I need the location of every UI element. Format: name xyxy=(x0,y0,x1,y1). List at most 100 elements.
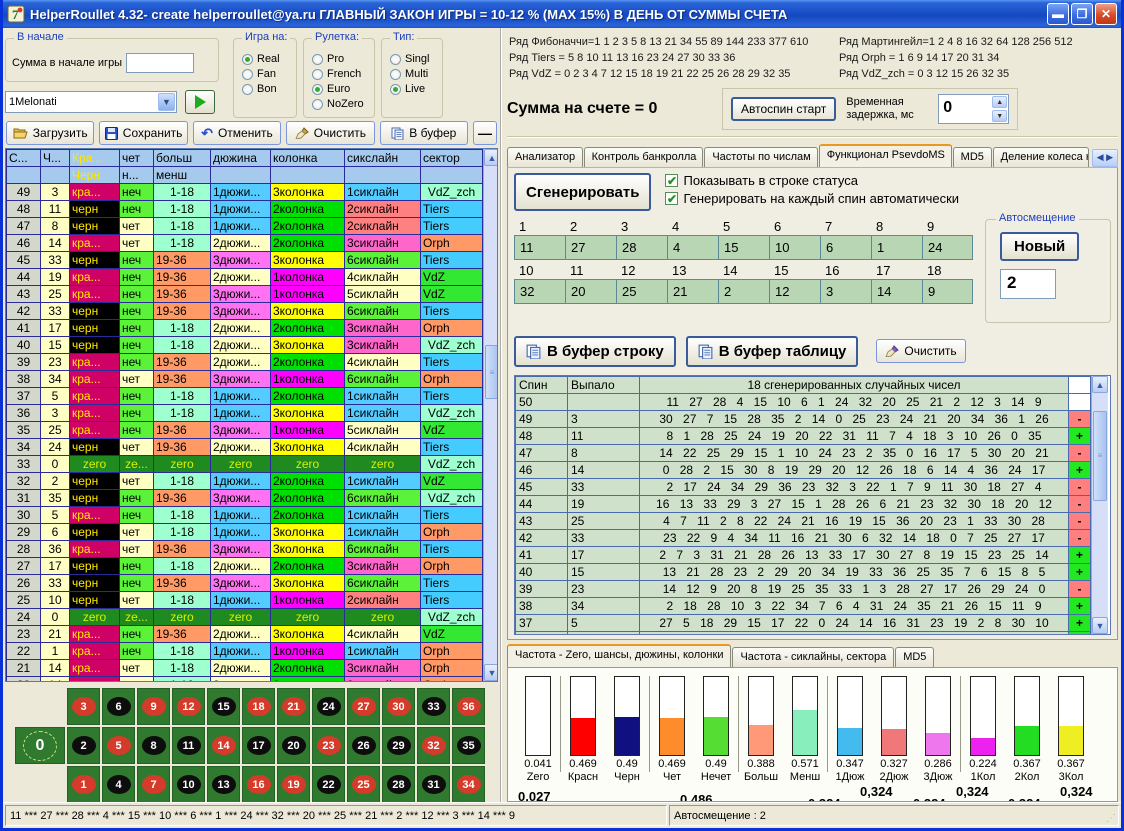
roulette-cell-19[interactable]: 19 xyxy=(277,766,310,803)
autoshift-new-button[interactable]: Новый xyxy=(1000,232,1079,261)
autoshift-value-input[interactable]: 2 xyxy=(1000,269,1056,299)
roulette-cell-26[interactable]: 26 xyxy=(347,727,380,764)
radio-icon[interactable] xyxy=(390,54,401,65)
radio-type-singl[interactable]: Singl xyxy=(390,53,436,65)
tab-Функционал PsevdoMS[interactable]: Функционал PsevdoMS xyxy=(819,144,952,167)
radio-icon[interactable] xyxy=(242,84,253,95)
play-button[interactable] xyxy=(185,90,215,114)
roulette-cell-20[interactable]: 20 xyxy=(277,727,310,764)
scrollbar-thumb[interactable]: ≡ xyxy=(485,345,498,399)
scroll-up-icon[interactable]: ▲ xyxy=(484,149,498,166)
autospin-start-button[interactable]: Автоспин старт xyxy=(731,97,836,121)
roulette-cell-32[interactable]: 32 xyxy=(417,727,450,764)
spinner-up-icon[interactable]: ▲ xyxy=(992,96,1007,108)
checkbox-generate-each-spin[interactable]: ✔ Генерировать на каждый спин автоматиче… xyxy=(665,191,959,206)
roulette-cell-11[interactable]: 11 xyxy=(172,727,205,764)
radio-icon[interactable] xyxy=(312,99,323,110)
tab-scroll-arrows[interactable]: ◀ ▶ xyxy=(1092,149,1118,167)
start-sum-input[interactable] xyxy=(126,53,194,73)
tab-Частоты по числам[interactable]: Частоты по числам xyxy=(704,147,817,167)
radio-icon[interactable] xyxy=(390,69,401,80)
scroll-up-icon[interactable]: ▲ xyxy=(1092,376,1108,393)
roulette-cell-28[interactable]: 28 xyxy=(382,766,415,803)
roulette-cell-1[interactable]: 1 xyxy=(67,766,100,803)
roulette-cell-35[interactable]: 35 xyxy=(452,727,485,764)
tab-MD5[interactable]: MD5 xyxy=(953,147,992,167)
roulette-cell-34[interactable]: 34 xyxy=(452,766,485,803)
radio-roulette-french[interactable]: French xyxy=(312,68,368,80)
delay-spinner[interactable]: 0 ▲ ▼ xyxy=(938,94,1009,124)
roulette-cell-18[interactable]: 18 xyxy=(242,688,275,725)
roulette-cell-33[interactable]: 33 xyxy=(417,688,450,725)
roulette-cell-5[interactable]: 5 xyxy=(102,727,135,764)
roulette-cell-36[interactable]: 36 xyxy=(452,688,485,725)
freq-tab-Частота - сиклайны, сектора[interactable]: Частота - сиклайны, сектора xyxy=(732,647,894,667)
spinner-down-icon[interactable]: ▼ xyxy=(992,110,1007,122)
roulette-cell-12[interactable]: 12 xyxy=(172,688,205,725)
roulette-cell-25[interactable]: 25 xyxy=(347,766,380,803)
roulette-cell-2[interactable]: 2 xyxy=(67,727,100,764)
strategy-combobox[interactable]: 1Melonati ▼ xyxy=(5,91,177,113)
resize-grip[interactable]: ⋰ xyxy=(1106,813,1117,824)
save-button[interactable]: Сохранить xyxy=(99,121,187,145)
close-button[interactable]: ✕ xyxy=(1095,3,1117,25)
collapse-button[interactable]: — xyxy=(473,121,497,145)
freq-tab-Частота - Zero, шансы, дюжины, колонки[interactable]: Частота - Zero, шансы, дюжины, колонки xyxy=(507,644,731,667)
scroll-down-icon[interactable]: ▼ xyxy=(1092,617,1108,634)
radio-icon[interactable] xyxy=(242,69,253,80)
roulette-cell-15[interactable]: 15 xyxy=(207,688,240,725)
checkbox-show-status[interactable]: ✔ Показывать в строке статуса xyxy=(665,173,959,188)
undo-button[interactable]: ↶ Отменить xyxy=(193,121,281,145)
minimize-button[interactable]: ▬ xyxy=(1047,3,1069,25)
radio-game-fan[interactable]: Fan xyxy=(242,68,290,80)
clear-button[interactable]: Очистить xyxy=(286,121,374,145)
spin-table-scrollbar[interactable]: ▲ ≡ ▼ xyxy=(483,149,498,681)
roulette-cell-9[interactable]: 9 xyxy=(137,688,170,725)
roulette-cell-16[interactable]: 16 xyxy=(242,766,275,803)
roulette-cell-30[interactable]: 30 xyxy=(382,688,415,725)
radio-roulette-euro[interactable]: Euro xyxy=(312,83,368,95)
roulette-cell-6[interactable]: 6 xyxy=(102,688,135,725)
roulette-cell-10[interactable]: 10 xyxy=(172,766,205,803)
radio-game-real[interactable]: Real xyxy=(242,53,290,65)
roulette-cell-23[interactable]: 23 xyxy=(312,727,345,764)
roulette-cell-7[interactable]: 7 xyxy=(137,766,170,803)
roulette-cell-29[interactable]: 29 xyxy=(382,727,415,764)
roulette-cell-3[interactable]: 3 xyxy=(67,688,100,725)
radio-icon[interactable] xyxy=(312,54,323,65)
radio-icon[interactable] xyxy=(390,84,401,95)
roulette-cell-21[interactable]: 21 xyxy=(277,688,310,725)
scrollbar-thumb[interactable]: ≡ xyxy=(1093,411,1107,501)
roulette-cell-24[interactable]: 24 xyxy=(312,688,345,725)
roulette-cell-17[interactable]: 17 xyxy=(242,727,275,764)
roulette-cell-0[interactable]: 0 xyxy=(15,727,65,764)
roulette-cell-4[interactable]: 4 xyxy=(102,766,135,803)
freq-tab-MD5[interactable]: MD5 xyxy=(895,647,934,667)
buffer-table-button[interactable]: В буфер таблицу xyxy=(686,336,859,367)
generate-button[interactable]: Сгенерировать xyxy=(514,173,651,211)
roulette-cell-8[interactable]: 8 xyxy=(137,727,170,764)
radio-roulette-pro[interactable]: Pro xyxy=(312,53,368,65)
buffer-row-button[interactable]: В буфер строку xyxy=(514,336,676,367)
radio-icon[interactable] xyxy=(312,69,323,80)
roulette-cell-14[interactable]: 14 xyxy=(207,727,240,764)
radio-type-live[interactable]: Live xyxy=(390,83,436,95)
radio-roulette-nozero[interactable]: NoZero xyxy=(312,98,368,110)
roulette-cell-27[interactable]: 27 xyxy=(347,688,380,725)
generated-table-scrollbar[interactable]: ▲ ≡ ▼ xyxy=(1091,376,1108,634)
tab-Деление колеса на[interactable]: Деление колеса на xyxy=(993,147,1089,167)
load-button[interactable]: Загрузить xyxy=(6,121,94,145)
clear-generated-button[interactable]: Очистить xyxy=(876,339,965,363)
buffer-button[interactable]: В буфер xyxy=(380,121,468,145)
maximize-button[interactable]: ❐ xyxy=(1071,3,1093,25)
tab-Контроль банкролла[interactable]: Контроль банкролла xyxy=(584,147,704,167)
radio-game-bon[interactable]: Bon xyxy=(242,83,290,95)
roulette-cell-13[interactable]: 13 xyxy=(207,766,240,803)
radio-type-multi[interactable]: Multi xyxy=(390,68,436,80)
roulette-cell-31[interactable]: 31 xyxy=(417,766,450,803)
chevron-down-icon[interactable]: ▼ xyxy=(158,93,175,111)
tab-Анализатор[interactable]: Анализатор xyxy=(507,147,583,167)
scroll-down-icon[interactable]: ▼ xyxy=(484,664,498,681)
roulette-cell-22[interactable]: 22 xyxy=(312,766,345,803)
radio-icon[interactable] xyxy=(242,54,253,65)
